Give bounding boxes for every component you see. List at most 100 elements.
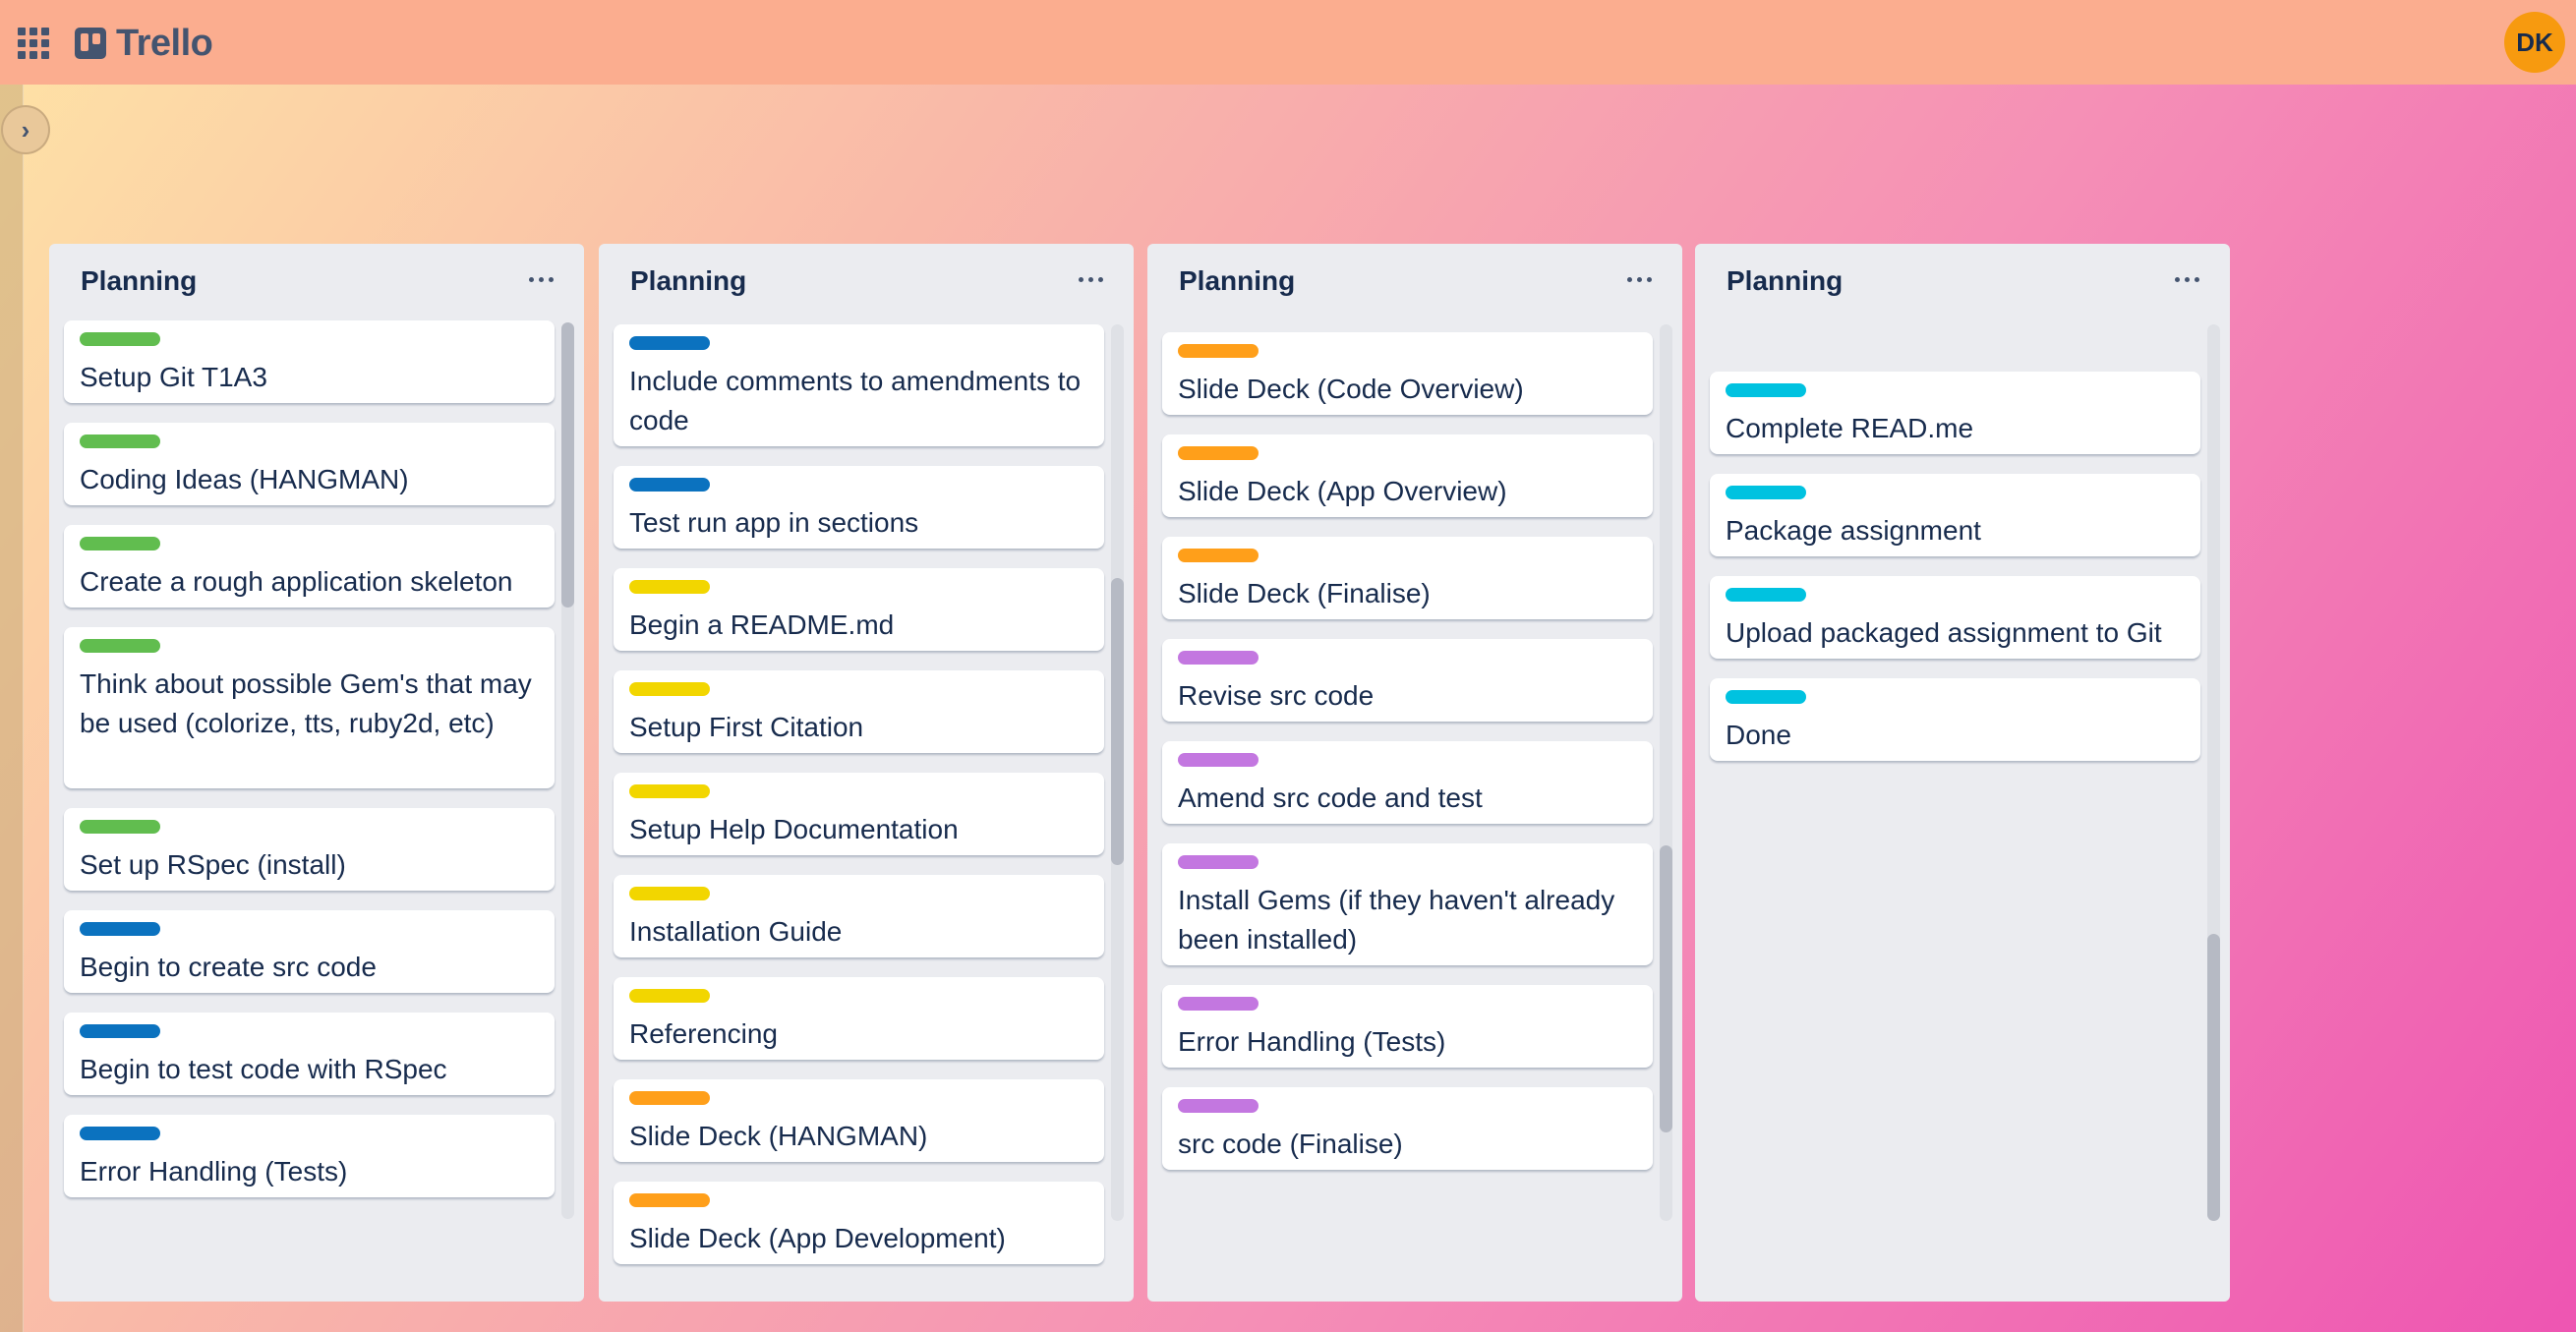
card-label[interactable] — [1178, 753, 1259, 767]
card-label[interactable] — [629, 887, 710, 900]
card-label[interactable] — [1726, 383, 1806, 397]
avatar[interactable]: DK — [2504, 12, 2565, 73]
card-label[interactable] — [1726, 486, 1806, 499]
card[interactable]: Upload packaged assignment to Git — [1710, 576, 2200, 659]
card-label[interactable] — [1726, 588, 1806, 602]
card[interactable]: Slide Deck (HANGMAN) — [614, 1079, 1104, 1162]
card-label[interactable] — [80, 639, 160, 653]
trello-board-icon — [75, 28, 106, 59]
card[interactable]: Revise src code — [1162, 639, 1653, 722]
card-label[interactable] — [1178, 446, 1259, 460]
card-label[interactable] — [1726, 690, 1806, 704]
trello-logo[interactable]: Trello — [75, 22, 213, 65]
card-title: Test run app in sections — [629, 507, 919, 538]
card[interactable]: Slide Deck (Finalise) — [1162, 537, 1653, 619]
card-title: Begin to test code with RSpec — [80, 1054, 447, 1084]
card[interactable]: Create a rough application skeleton — [64, 525, 555, 608]
card[interactable]: Begin to create src code — [64, 910, 555, 993]
card-label[interactable] — [629, 1193, 710, 1207]
card-title: Error Handling (Tests) — [1178, 1026, 1446, 1057]
card-list: Complete READ.me Package assignment Uplo… — [1710, 244, 2200, 1302]
card[interactable]: Begin a README.md — [614, 568, 1104, 651]
card[interactable]: Begin to test code with RSpec — [64, 1013, 555, 1095]
card-title: Upload packaged assignment to Git — [1726, 617, 2162, 648]
card-title: Slide Deck (App Development) — [629, 1223, 1006, 1253]
card[interactable]: Referencing — [614, 977, 1104, 1060]
card-title: Slide Deck (Code Overview) — [1178, 374, 1524, 404]
scrollbar-thumb[interactable] — [1660, 845, 1672, 1132]
card-label[interactable] — [629, 682, 710, 696]
card-title: Coding Ideas (HANGMAN) — [80, 464, 409, 494]
card-label[interactable] — [629, 784, 710, 798]
card-title: Done — [1726, 720, 1791, 750]
card[interactable]: Set up RSpec (install) — [64, 808, 555, 891]
card-label[interactable] — [1178, 549, 1259, 562]
card[interactable]: Amend src code and test — [1162, 741, 1653, 824]
card[interactable]: src code (Finalise) — [1162, 1087, 1653, 1170]
card-label[interactable] — [629, 989, 710, 1003]
card[interactable]: Setup Help Documentation — [614, 773, 1104, 855]
card[interactable]: Complete READ.me — [1710, 372, 2200, 454]
card[interactable]: Setup First Citation — [614, 670, 1104, 753]
card-title: Think about possible Gem's that may be u… — [80, 668, 532, 738]
card-title: Error Handling (Tests) — [80, 1156, 348, 1187]
sidebar-collapsed — [0, 85, 24, 1332]
scrollbar[interactable] — [1660, 324, 1672, 1221]
card-label[interactable] — [629, 1091, 710, 1105]
scrollbar[interactable] — [561, 322, 574, 1219]
scrollbar[interactable] — [1111, 324, 1124, 1221]
card-list: Slide Deck (Code Overview) Slide Deck (A… — [1162, 244, 1653, 1302]
card-title: Amend src code and test — [1178, 782, 1483, 813]
scrollbar-thumb[interactable] — [561, 322, 574, 608]
card[interactable]: Setup Git T1A3 — [64, 320, 555, 403]
card-title: Setup First Citation — [629, 712, 864, 742]
card-label[interactable] — [1178, 1099, 1259, 1113]
card-label[interactable] — [629, 580, 710, 594]
card-label[interactable] — [629, 336, 710, 350]
card[interactable]: Coding Ideas (HANGMAN) — [64, 423, 555, 505]
card[interactable]: Error Handling (Tests) — [64, 1115, 555, 1197]
card[interactable]: Package assignment — [1710, 474, 2200, 556]
card[interactable]: Slide Deck (App Overview) — [1162, 434, 1653, 517]
card-title: Setup Git T1A3 — [80, 362, 267, 392]
card-label[interactable] — [1178, 651, 1259, 665]
card[interactable]: Done — [1710, 678, 2200, 761]
card-title: Slide Deck (App Overview) — [1178, 476, 1507, 506]
card-label[interactable] — [80, 922, 160, 936]
list-column: Planning Setup Git T1A3 Coding Ideas (HA… — [49, 244, 584, 1302]
card-title: Slide Deck (Finalise) — [1178, 578, 1431, 608]
card-title: Revise src code — [1178, 680, 1375, 711]
scrollbar[interactable] — [2207, 324, 2220, 1221]
card-label[interactable] — [1178, 997, 1259, 1011]
card-label[interactable] — [629, 478, 710, 492]
card-label[interactable] — [80, 1127, 160, 1140]
card[interactable]: Test run app in sections — [614, 466, 1104, 549]
card-title: Complete READ.me — [1726, 413, 1974, 443]
card-label[interactable] — [80, 1024, 160, 1038]
card-label[interactable] — [80, 434, 160, 448]
list-column: Planning Slide Deck (Code Overview) Slid… — [1147, 244, 1682, 1302]
scrollbar-thumb[interactable] — [1111, 578, 1124, 865]
top-header: Trello DK — [0, 0, 2576, 85]
list-column: Planning Complete READ.me Package assign… — [1695, 244, 2230, 1302]
card[interactable]: Slide Deck (Code Overview) — [1162, 332, 1653, 415]
card-label[interactable] — [1178, 855, 1259, 869]
card-label[interactable] — [80, 537, 160, 550]
card-title: Set up RSpec (install) — [80, 849, 346, 880]
card[interactable]: Install Gems (if they haven't already be… — [1162, 843, 1653, 965]
card-label[interactable] — [80, 820, 160, 834]
card-label[interactable] — [1178, 344, 1259, 358]
grid-apps-icon[interactable] — [17, 27, 50, 60]
chevron-right-icon[interactable]: › — [1, 105, 50, 154]
card-title: Setup Help Documentation — [629, 814, 959, 844]
card[interactable]: Include comments to amendments to code — [614, 324, 1104, 446]
card[interactable]: Error Handling (Tests) — [1162, 985, 1653, 1068]
card-label[interactable] — [80, 332, 160, 346]
card[interactable]: Slide Deck (App Development) — [614, 1182, 1104, 1264]
card-title: Slide Deck (HANGMAN) — [629, 1121, 928, 1151]
card-title: Create a rough application skeleton — [80, 566, 513, 597]
card-list: Include comments to amendments to code T… — [614, 244, 1104, 1302]
card[interactable]: Think about possible Gem's that may be u… — [64, 627, 555, 788]
scrollbar-thumb[interactable] — [2207, 934, 2220, 1221]
card[interactable]: Installation Guide — [614, 875, 1104, 957]
